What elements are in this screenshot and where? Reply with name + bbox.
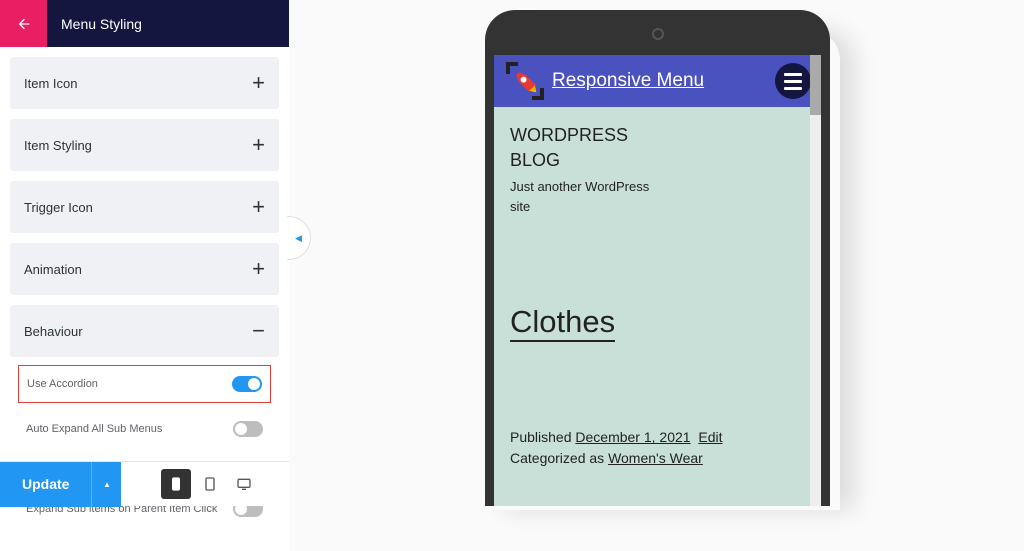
accordion-trigger-icon[interactable]: Trigger Icon + xyxy=(10,181,279,233)
mobile-icon xyxy=(168,476,184,492)
accordion-label: Trigger Icon xyxy=(24,200,93,215)
post-title-link[interactable]: Clothes xyxy=(510,304,615,342)
minus-icon: − xyxy=(252,320,265,342)
desktop-icon xyxy=(236,476,252,492)
back-button[interactable] xyxy=(0,0,47,47)
toggle-auto-expand-all[interactable] xyxy=(233,421,263,437)
post-date-link[interactable]: December 1, 2021 xyxy=(575,429,690,445)
accordion-animation[interactable]: Animation + xyxy=(10,243,279,295)
plus-icon: + xyxy=(252,196,265,218)
preview-screen: Responsive Menu WORDPRESS BLOG Just anot… xyxy=(494,55,821,506)
toggle-use-accordion[interactable] xyxy=(232,376,262,392)
device-desktop-button[interactable] xyxy=(229,469,259,499)
toggle-label: Use Accordion xyxy=(27,378,98,390)
preview-phone-frame: Responsive Menu WORDPRESS BLOG Just anot… xyxy=(485,10,830,506)
toggle-label: Auto Expand All Sub Menus xyxy=(26,423,162,435)
scrollbar[interactable] xyxy=(810,55,821,506)
site-logo[interactable] xyxy=(504,60,546,102)
blog-title: WORDPRESS BLOG xyxy=(510,123,805,173)
accordion-item-styling[interactable]: Item Styling + xyxy=(10,119,279,171)
post-category-link[interactable]: Women's Wear xyxy=(608,450,703,466)
scrollbar-thumb[interactable] xyxy=(810,55,821,115)
update-button[interactable]: Update xyxy=(0,462,91,507)
device-tablet-button[interactable] xyxy=(195,469,225,499)
accordion-label: Item Icon xyxy=(24,76,77,91)
site-title-link[interactable]: Responsive Menu xyxy=(552,70,704,92)
accordion-label: Animation xyxy=(24,262,82,277)
hamburger-menu-button[interactable] xyxy=(775,63,811,99)
plus-icon: + xyxy=(252,72,265,94)
post-edit-link[interactable]: Edit xyxy=(698,429,722,445)
device-mobile-button[interactable] xyxy=(161,469,191,499)
plus-icon: + xyxy=(252,258,265,280)
tablet-icon xyxy=(202,476,218,492)
toggle-row-auto-expand-all: Auto Expand All Sub Menus xyxy=(18,409,271,449)
toggle-row-use-accordion: Use Accordion xyxy=(18,365,271,403)
rocket-icon xyxy=(514,70,537,93)
plus-icon: + xyxy=(252,134,265,156)
arrow-left-icon xyxy=(16,16,32,32)
panel-title: Menu Styling xyxy=(61,16,142,32)
accordion-item-icon[interactable]: Item Icon + xyxy=(10,57,279,109)
blog-tagline: Just another WordPress site xyxy=(510,177,805,216)
accordion-label: Behaviour xyxy=(24,324,83,339)
post-meta: Published December 1, 2021 Edit Categori… xyxy=(510,427,805,469)
collapse-sidebar-button[interactable] xyxy=(287,216,311,260)
accordion-behaviour[interactable]: Behaviour − xyxy=(10,305,279,357)
phone-camera-icon xyxy=(652,28,664,40)
update-dropdown-button[interactable] xyxy=(91,462,121,507)
accordion-label: Item Styling xyxy=(24,138,92,153)
